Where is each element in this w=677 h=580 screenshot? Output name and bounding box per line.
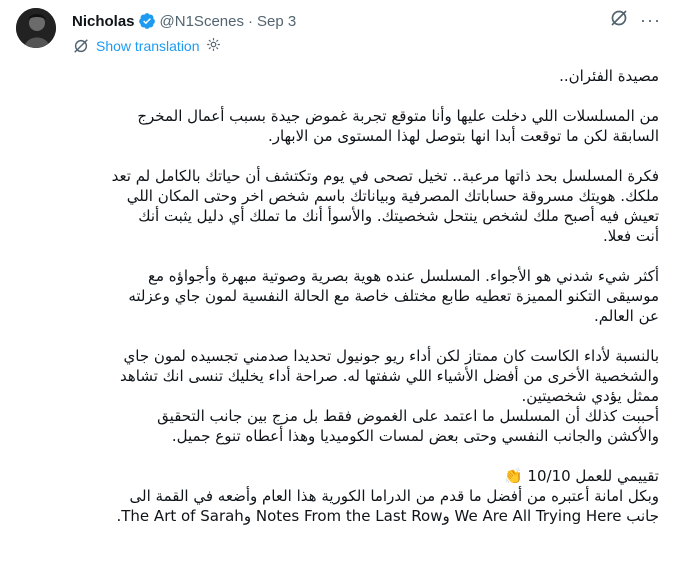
paragraph-line: من المسلسلات اللي دخلت عليها وأنا متوقع … (137, 107, 659, 125)
paragraph-line: موسيقى التكنو المميزة تعطيه طابع مختلف خ… (128, 287, 659, 305)
separator-dot: · (247, 12, 253, 30)
paragraph-line: السابقة لكن ما توقعت أبدا انها بتوصل لهذ… (267, 127, 659, 145)
tweet-title: مصيدة الفئران.. (559, 67, 659, 85)
show-title-3: The Art of Sarah (121, 507, 244, 525)
tweet-date[interactable]: Sep 3 (257, 13, 296, 30)
grok-icon[interactable] (609, 8, 629, 33)
gear-icon[interactable] (206, 37, 227, 55)
paragraph-line: أحببت كذلك أن المسلسل ما اعتمد على الغمو… (157, 407, 659, 425)
show-title-2: Notes From the Last Row (255, 507, 443, 525)
user-handle[interactable]: @N1Scenes (160, 13, 244, 30)
text-fragment: جانب (626, 507, 659, 525)
paragraph-line: عن العالم. (593, 307, 659, 325)
paragraph-line: ملكك. هويتك مسروقة حساباتك المصرفية وبيا… (126, 187, 659, 205)
paragraph-line: بالنسبة لأداء الكاست كان ممتاز لكن أداء … (123, 347, 659, 365)
translate-icon (74, 39, 88, 53)
paragraph-line: فكرة المسلسل بحد ذاتها مرعبة.. تخيل تصحى… (111, 167, 659, 185)
show-translation-link[interactable]: Show translation (72, 37, 227, 55)
show-translation-label[interactable]: Show translation (96, 38, 200, 54)
text-fragment: و (442, 507, 450, 525)
text-fragment: و (243, 507, 252, 525)
show-title-1: We Are All Trying Here (454, 507, 622, 525)
paragraph-line: ممثل يؤدي شخصيتين. (521, 387, 660, 405)
more-options-button[interactable]: ··· (640, 10, 661, 31)
paragraph-line: أكثر شيء شدني هو الأجواء. المسلسل عنده ه… (147, 267, 659, 285)
paragraph-line: والشخصية الأخرى من أفضل الأشياء اللي شفت… (119, 367, 659, 385)
paragraph-line: تعيش فيه أصبح ملك لشخص ينتحل شخصيتك. وال… (138, 207, 659, 225)
paragraph-line: أنت فعلا. (603, 227, 659, 245)
rating-text: تقييمي للعمل 10/10 (527, 467, 659, 485)
verified-badge-icon[interactable] (138, 12, 156, 30)
rating-line: تقييمي للعمل 10/10 👏 (59, 466, 659, 486)
paragraph-line: جانب We Are All Trying Here وNotes From … (59, 506, 659, 526)
display-name[interactable]: Nicholas (72, 13, 135, 30)
clapping-hands-icon: 👏 (503, 467, 523, 485)
avatar-image (16, 8, 56, 48)
tweet-text: مصيدة الفئران.. من المسلسلات اللي دخلت ع… (59, 62, 659, 526)
paragraph-line: والأكشن والجانب النفسي وحتى بعض لمسات ال… (171, 427, 659, 445)
avatar[interactable] (16, 8, 56, 48)
paragraph-line: وبكل امانة أعتبره من أفضل ما قدم من الدر… (129, 487, 659, 505)
tweet-header: Nicholas @N1Scenes · Sep 3 (72, 10, 296, 32)
